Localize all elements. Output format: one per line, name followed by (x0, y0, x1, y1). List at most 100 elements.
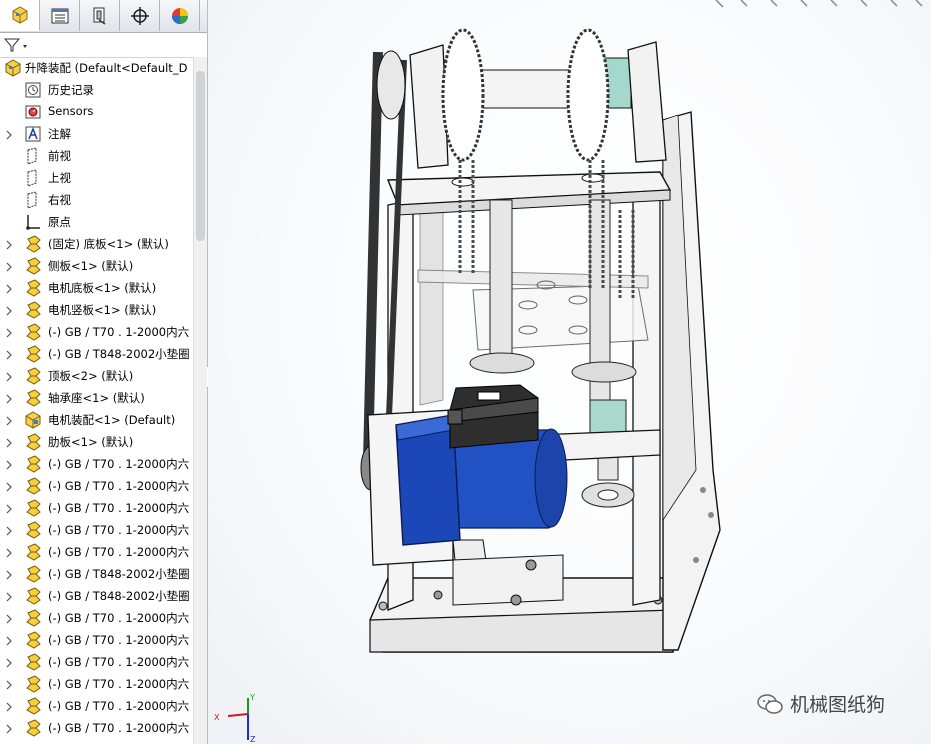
expand-arrow-icon[interactable] (5, 393, 13, 404)
tree-item[interactable]: (-) GB / T70 . 1-2000内六 (0, 475, 193, 497)
tree-item[interactable]: 历史记录 (0, 79, 193, 101)
tree-item[interactable]: (-) GB / T70 . 1-2000内六 (0, 453, 193, 475)
expand-arrow-icon[interactable] (5, 723, 13, 734)
lift-plate[interactable] (417, 269, 649, 351)
expand-arrow-icon[interactable] (5, 657, 13, 668)
expand-arrow-icon[interactable] (5, 569, 13, 580)
tree-item[interactable]: (-) GB / T848-2002小垫圈 (0, 585, 193, 607)
part-icon (24, 235, 42, 253)
tree-item[interactable]: (固定) 底板<1> (默认) (0, 233, 193, 255)
tree-item[interactable]: (-) GB / T70 . 1-2000内六 (0, 497, 193, 519)
tree-item[interactable]: 肋板<1> (默认) (0, 431, 193, 453)
filter-button[interactable] (3, 36, 33, 54)
propertymanager-tab[interactable] (40, 0, 80, 31)
side-plate[interactable] (662, 111, 721, 651)
expand-arrow-icon[interactable] (5, 701, 13, 712)
configurationmanager-tab[interactable] (80, 0, 120, 31)
expand-arrow-icon[interactable] (5, 261, 13, 272)
part-icon (24, 609, 42, 627)
tree-item-label: 电机底板<1> (默认) (48, 281, 157, 295)
tree-item[interactable]: 轴承座<1> (默认) (0, 387, 193, 409)
expand-arrow-icon[interactable] (5, 525, 13, 536)
expand-arrow-icon[interactable] (5, 635, 13, 646)
expand-arrow-icon[interactable] (5, 283, 13, 294)
part-icon (24, 499, 42, 517)
tree-item-label: (-) GB / T70 . 1-2000内六 (48, 655, 190, 669)
display-manager-tab[interactable] (160, 0, 200, 31)
tree-item[interactable]: 电机底板<1> (默认) (0, 277, 193, 299)
expand-arrow-icon[interactable] (5, 481, 13, 492)
part-icon (24, 323, 42, 341)
tree-item-label: 顶板<2> (默认) (48, 369, 134, 383)
graphics-area[interactable]: Y X Z 机械图纸狗 (208, 0, 931, 744)
expand-arrow-icon[interactable] (5, 129, 13, 140)
featuremanager-icon (12, 6, 27, 24)
tree-item-label: (-) GB / T70 . 1-2000内六 (48, 325, 190, 339)
tree-item[interactable]: (-) GB / T70 . 1-2000内六 (0, 321, 193, 343)
tree-item[interactable]: (-) GB / T70 . 1-2000内六 (0, 651, 193, 673)
panel-tabs (0, 0, 207, 33)
expand-arrow-icon[interactable] (5, 591, 13, 602)
tree-item[interactable]: (-) GB / T70 . 1-2000内六 (0, 607, 193, 629)
tree-item-label: (固定) 底板<1> (默认) (48, 237, 169, 251)
tree-root-assembly[interactable]: 升降装配 (Default<Default_D (0, 57, 193, 79)
tree-item[interactable]: 侧板<1> (默认) (0, 255, 193, 277)
expand-arrow-icon[interactable] (5, 239, 13, 250)
tree-item[interactable]: 前视 (0, 145, 193, 167)
tree-item-label: (-) GB / T848-2002小垫圈 (48, 567, 190, 581)
assembly-icon (4, 59, 22, 77)
part-icon (24, 279, 42, 297)
tree-item[interactable]: (-) GB / T70 . 1-2000内六 (0, 717, 193, 739)
tree-item-label: (-) GB / T70 . 1-2000内六 (48, 501, 190, 515)
terminal-box[interactable] (447, 384, 539, 449)
expand-arrow-icon[interactable] (5, 305, 13, 316)
expand-arrow-icon[interactable] (5, 459, 13, 470)
wechat-icon (757, 693, 783, 714)
lift-assembly-model[interactable] (208, 0, 931, 744)
tree-item[interactable]: (-) GB / T70 . 1-2000内六 (0, 541, 193, 563)
expand-arrow-icon[interactable] (5, 349, 13, 360)
tree-item[interactable]: Sensors (0, 101, 193, 123)
tree-scrollbar[interactable] (193, 57, 207, 744)
tree-item[interactable]: (-) GB / T848-2002小垫圈 (0, 563, 193, 585)
expand-arrow-icon[interactable] (5, 371, 13, 382)
tree-item-label: 右视 (48, 193, 71, 207)
expand-arrow-icon[interactable] (5, 503, 13, 514)
part-icon (24, 345, 42, 363)
expand-arrow-icon[interactable] (5, 613, 13, 624)
tree-item-label: (-) GB / T70 . 1-2000内六 (48, 699, 190, 713)
tree-item[interactable]: (-) GB / T70 . 1-2000内六 (0, 695, 193, 717)
top-drive-shaft[interactable] (409, 28, 667, 169)
tree-item[interactable]: 右视 (0, 189, 193, 211)
tree-item[interactable]: (-) GB / T848-2002小垫圈 (0, 343, 193, 365)
top-plate[interactable] (386, 171, 672, 216)
expand-arrow-icon[interactable] (5, 547, 13, 558)
part-icon (24, 301, 42, 319)
tree-item[interactable]: 注解 (0, 123, 193, 145)
dimxpert-tab[interactable] (120, 0, 160, 31)
tree-item-label: 侧板<1> (默认) (48, 259, 134, 273)
right-upright[interactable] (632, 194, 661, 606)
expand-arrow-icon[interactable] (5, 679, 13, 690)
tree-item[interactable]: (-) GB / T70 . 1-2000内六 (0, 673, 193, 695)
tree-item[interactable]: 上视 (0, 167, 193, 189)
scrollbar-thumb[interactable] (196, 71, 205, 241)
tree-item-label: (-) GB / T70 . 1-2000内六 (48, 523, 190, 537)
tree-item[interactable]: 电机装配<1> (Default) (0, 409, 193, 431)
tree-item[interactable]: (-) GB / T70 . 1-2000内六 (0, 519, 193, 541)
expand-arrow-icon[interactable] (5, 327, 13, 338)
part-icon (24, 675, 42, 693)
tree-item[interactable]: 原点 (0, 211, 193, 233)
featuremanager-tab[interactable] (0, 0, 40, 31)
part-icon (24, 587, 42, 605)
tree-item-label: 升降装配 (Default<Default_D (25, 61, 188, 75)
part-icon (24, 543, 42, 561)
tree-item[interactable]: (-) GB / T70 . 1-2000内六 (0, 629, 193, 651)
tree-item-label: 轴承座<1> (默认) (48, 391, 145, 405)
part-icon (24, 389, 42, 407)
expand-arrow-icon[interactable] (5, 415, 13, 426)
annotations-icon (24, 125, 42, 143)
tree-item[interactable]: 电机竖板<1> (默认) (0, 299, 193, 321)
expand-arrow-icon[interactable] (5, 437, 13, 448)
tree-item[interactable]: 顶板<2> (默认) (0, 365, 193, 387)
